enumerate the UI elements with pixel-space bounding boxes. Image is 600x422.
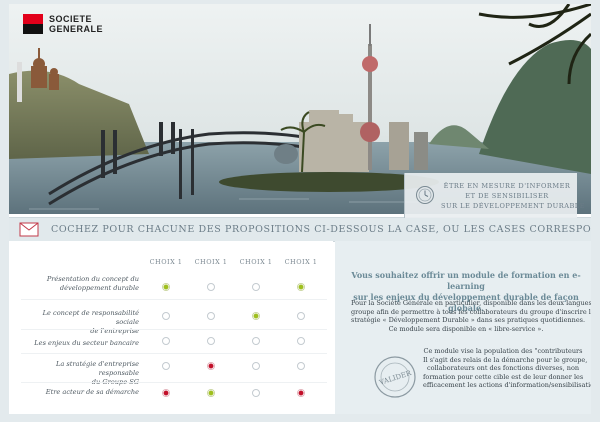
choice-radio-r2-c1[interactable] <box>162 312 170 320</box>
validate-stamp-label: VALIDER <box>377 369 413 387</box>
clock-icon <box>416 186 434 204</box>
validate-stamp-button[interactable]: VALIDER <box>373 355 417 399</box>
choice-radio-r3-c4[interactable] <box>297 337 305 345</box>
instruction-text: COCHEZ POUR CHACUNE DES PROPOSITIONS CI-… <box>51 224 591 235</box>
brand-mark-icon <box>23 14 43 34</box>
row-divider <box>21 353 327 354</box>
choice-radio-r2-c2[interactable] <box>207 312 215 320</box>
choice-radio-r3-c3[interactable] <box>252 337 260 345</box>
objective-line-1: ÊTRE EN MESURE D'INFORMER <box>443 182 571 190</box>
objective-line-3: SUR LE DÉVELOPPEMENT DURABLE <box>441 202 586 210</box>
row-label-2: Le concept de responsabilité sociale de … <box>42 309 139 335</box>
quiz-panel: CHOIX 1 CHOIX 1 CHOIX 1 CHOIX 1 Présenta… <box>9 241 333 414</box>
brand-name-line1: SOCIETE <box>49 14 93 24</box>
choice-radio-r3-c2[interactable] <box>207 337 215 345</box>
objective-line-2: ET DE SENSIBILISER <box>465 192 549 200</box>
column-header-1: CHOIX 1 <box>149 258 183 266</box>
row-divider <box>21 382 327 383</box>
row-divider <box>21 329 327 330</box>
brand-name-line2: GENERALE <box>49 24 104 34</box>
choice-radio-r1-c3[interactable] <box>252 283 260 291</box>
choice-radio-r2-c3[interactable] <box>252 312 260 320</box>
choice-radio-r5-c2[interactable] <box>207 389 215 397</box>
choice-radio-r3-c1[interactable] <box>162 337 170 345</box>
choice-radio-r5-c3[interactable] <box>252 389 260 397</box>
choice-radio-r1-c1[interactable] <box>162 283 170 291</box>
row-label-3: Les enjeux du secteur bancaire <box>34 339 139 347</box>
row-divider <box>21 299 327 300</box>
choice-radio-r4-c1[interactable] <box>162 362 170 370</box>
choice-radio-r2-c4[interactable] <box>297 312 305 320</box>
row-label-5: Etre acteur de sa démarche <box>45 388 139 396</box>
choice-radio-r4-c2[interactable] <box>207 362 215 370</box>
row-label-1: Présentation du concept du développement… <box>46 275 139 292</box>
objective-box: ÊTRE EN MESURE D'INFORMER ET DE SENSIBIL… <box>404 173 586 218</box>
info-body: Pour la Société Générale en particulier,… <box>351 299 591 333</box>
choice-radio-r4-c3[interactable] <box>252 362 260 370</box>
brand-logo: SOCIETE GENERALE <box>23 14 103 34</box>
instruction-bar: COCHEZ POUR CHACUNE DES PROPOSITIONS CI-… <box>9 217 591 242</box>
choice-radio-r4-c4[interactable] <box>297 362 305 370</box>
info-panel: Vous souhaitez offrir un module de forma… <box>335 241 591 414</box>
column-header-2: CHOIX 1 <box>194 258 228 266</box>
choice-radio-r1-c4[interactable] <box>297 283 305 291</box>
info-foot: Ce module vise la population des "contri… <box>423 347 591 389</box>
page-frame: SOCIETE GENERALE ÊTRE EN MESURE D'INFORM… <box>0 0 600 422</box>
choice-radio-r1-c2[interactable] <box>207 283 215 291</box>
choice-radio-r5-c1[interactable] <box>162 389 170 397</box>
choice-radio-r5-c4[interactable] <box>297 389 305 397</box>
column-header-3: CHOIX 1 <box>239 258 273 266</box>
column-header-4: CHOIX 1 <box>284 258 318 266</box>
envelope-icon <box>19 222 39 237</box>
content-card: SOCIETE GENERALE ÊTRE EN MESURE D'INFORM… <box>9 4 591 414</box>
